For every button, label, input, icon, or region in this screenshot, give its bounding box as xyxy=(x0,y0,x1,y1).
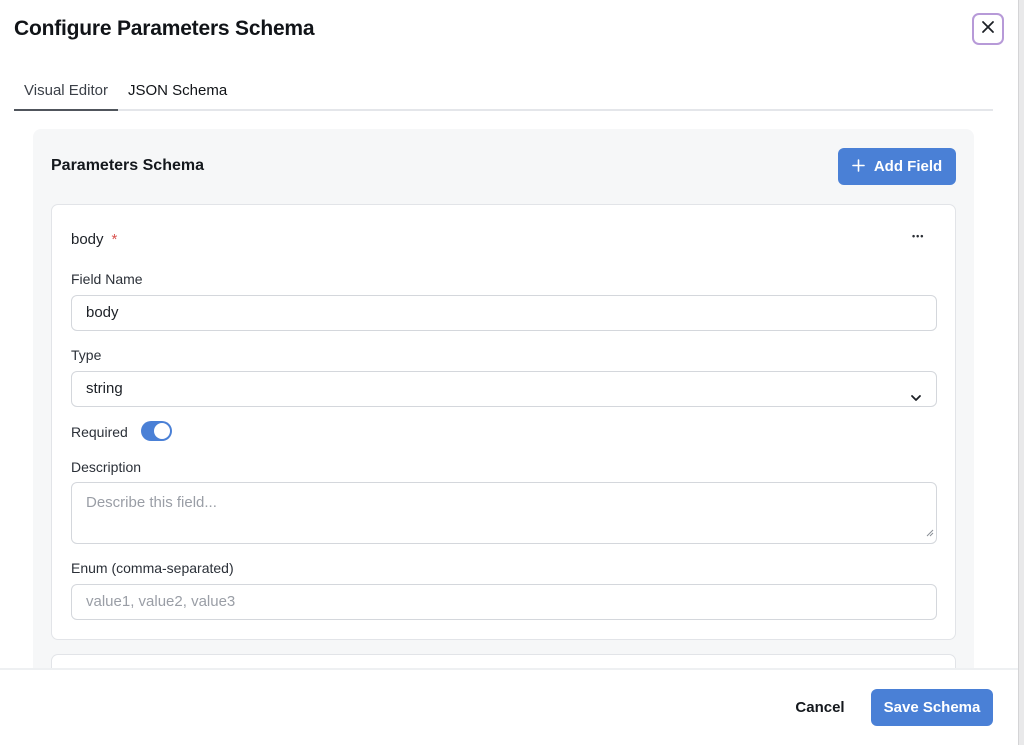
background-page-edge xyxy=(1018,0,1024,745)
save-schema-button[interactable]: Save Schema xyxy=(871,689,993,726)
enum-input[interactable]: value1, value2, value3 xyxy=(71,584,937,620)
toggle-knob xyxy=(154,423,170,439)
dialog-footer: Cancel Save Schema xyxy=(0,670,1018,745)
tab-json-schema[interactable]: JSON Schema xyxy=(128,70,227,111)
type-label: Type xyxy=(71,347,102,363)
description-placeholder: Describe this field... xyxy=(86,494,217,511)
field-card: body * ••• Field Name body Type string Re… xyxy=(51,204,956,640)
chevron-down-icon xyxy=(910,383,922,417)
field-name-label: Field Name xyxy=(71,271,143,287)
dialog-title: Configure Parameters Schema xyxy=(14,17,315,40)
tab-visual-editor[interactable]: Visual Editor xyxy=(14,70,118,111)
close-button[interactable] xyxy=(972,13,1004,45)
required-marker: * xyxy=(111,231,118,248)
description-label: Description xyxy=(71,459,142,475)
more-options-button[interactable]: ••• xyxy=(912,231,925,241)
description-textarea[interactable]: Describe this field... xyxy=(71,482,937,544)
resize-grip-icon[interactable] xyxy=(925,524,934,541)
field-header: body * xyxy=(71,231,117,248)
configure-schema-dialog: Configure Parameters Schema Visual Edito… xyxy=(0,0,1018,745)
panel-title: Parameters Schema xyxy=(51,157,204,174)
type-select[interactable]: string xyxy=(71,371,937,407)
enum-label: Enum (comma-separated) xyxy=(71,560,234,576)
field-name-input[interactable]: body xyxy=(71,295,937,331)
parameters-schema-panel: Parameters Schema Add Field body * ••• Fi… xyxy=(33,129,974,694)
close-icon xyxy=(981,20,995,39)
plus-icon xyxy=(852,156,865,176)
tab-bar: Visual Editor JSON Schema xyxy=(14,70,993,111)
required-label: Required xyxy=(71,424,128,440)
more-horizontal-icon: ••• xyxy=(912,231,925,241)
add-field-label: Add Field xyxy=(873,158,943,175)
required-toggle[interactable] xyxy=(141,421,172,441)
cancel-button[interactable]: Cancel xyxy=(786,689,854,726)
type-select-value: string xyxy=(86,380,123,397)
field-header-name: body xyxy=(71,231,104,248)
add-field-button[interactable]: Add Field xyxy=(838,148,956,185)
